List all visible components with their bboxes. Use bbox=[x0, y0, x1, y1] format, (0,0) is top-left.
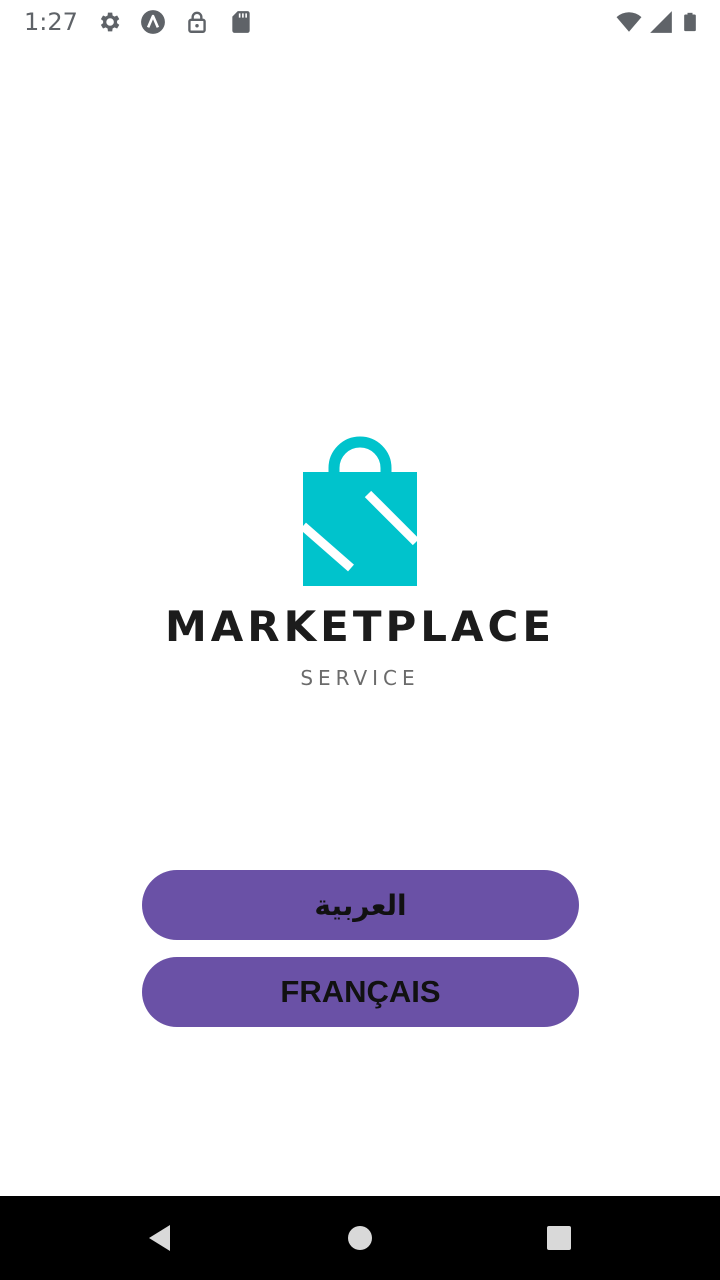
cellular-signal-icon bbox=[650, 11, 672, 33]
home-icon bbox=[348, 1226, 372, 1250]
arabic-language-label: العربية bbox=[314, 888, 407, 922]
status-bar: 1:27 bbox=[0, 0, 720, 48]
recents-button[interactable] bbox=[537, 1216, 581, 1260]
logo-title: MARKETPLACE bbox=[164, 602, 556, 651]
logo-subtitle: SERVICE bbox=[300, 666, 420, 690]
wifi-icon bbox=[616, 12, 642, 32]
marketplace-logo: MARKETPLACE SERVICE bbox=[0, 436, 720, 696]
arabic-language-button[interactable]: العربية bbox=[142, 870, 579, 940]
french-language-button[interactable]: FRANÇAIS bbox=[142, 957, 579, 1027]
gear-icon bbox=[100, 12, 120, 32]
status-right-group bbox=[610, 8, 700, 36]
battery-icon bbox=[684, 12, 696, 32]
status-time: 1:27 bbox=[24, 8, 78, 36]
android-a-icon bbox=[140, 10, 165, 34]
lock-icon bbox=[188, 11, 206, 33]
sd-card-icon bbox=[232, 11, 250, 33]
home-button[interactable] bbox=[338, 1216, 382, 1260]
status-left-group: 1:27 bbox=[24, 6, 254, 38]
navigation-bar bbox=[0, 1196, 720, 1280]
back-button[interactable] bbox=[138, 1216, 182, 1260]
recents-icon bbox=[547, 1226, 571, 1250]
back-icon bbox=[149, 1225, 170, 1251]
shopping-bag-icon bbox=[300, 436, 420, 586]
french-language-label: FRANÇAIS bbox=[280, 974, 441, 1009]
